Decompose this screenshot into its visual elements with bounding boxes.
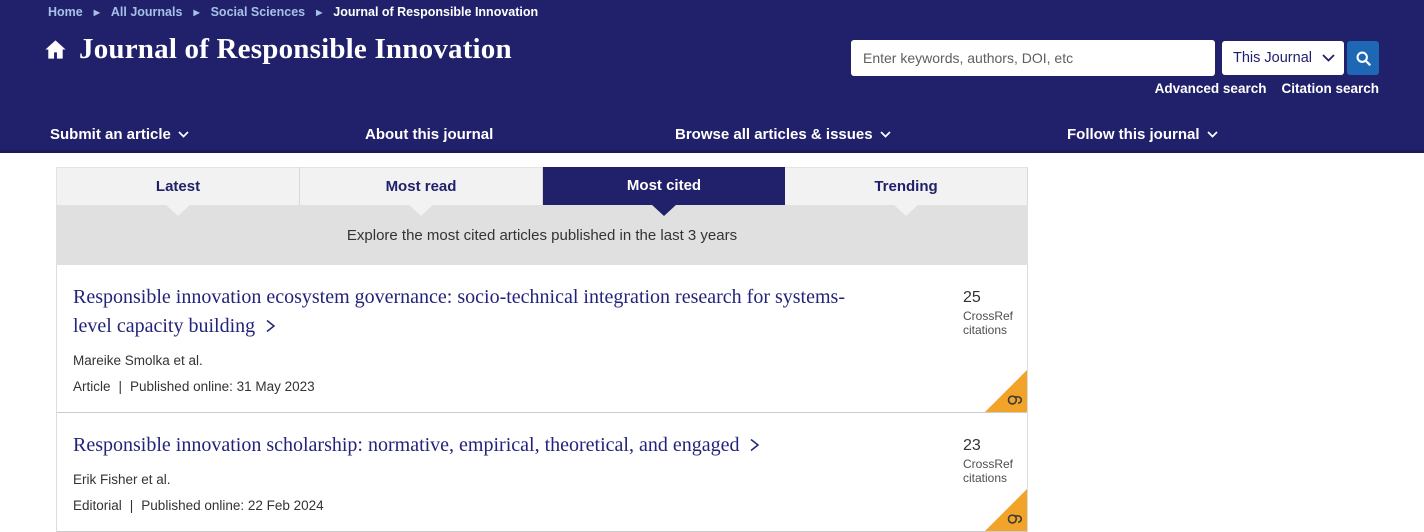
nav-item-label: Follow this journal bbox=[1067, 126, 1200, 143]
citation-search-link[interactable]: Citation search bbox=[1281, 81, 1379, 96]
page-title: Journal of Responsible Innovation bbox=[79, 33, 512, 66]
tab-trending[interactable]: Trending bbox=[785, 167, 1028, 205]
tab-notch bbox=[165, 204, 191, 216]
journal-home-link[interactable]: Journal of Responsible Innovation bbox=[44, 33, 512, 66]
most-cited-module: Latest Most read Most cited Trending Exp… bbox=[56, 167, 1028, 532]
triangle-separator-icon: ▶ bbox=[193, 8, 199, 17]
article-row: Responsible innovation ecosystem governa… bbox=[57, 265, 1027, 413]
chevron-right-icon bbox=[264, 315, 277, 337]
article-meta: Article | Published online: 31 May 2023 bbox=[73, 379, 877, 394]
site-header: Home ▶ All Journals ▶ Social Sciences ▶ … bbox=[0, 0, 1424, 153]
banner-text: Explore the most cited articles publishe… bbox=[347, 227, 737, 244]
chevron-right-icon bbox=[748, 434, 761, 456]
breadcrumb-all-journals-link[interactable]: All Journals bbox=[111, 5, 183, 19]
article-type: Editorial bbox=[73, 498, 122, 513]
chevron-down-icon bbox=[178, 131, 189, 138]
breadcrumb-social-sciences-link[interactable]: Social Sciences bbox=[211, 5, 306, 19]
article-published-date: Published online: 31 May 2023 bbox=[130, 379, 315, 394]
tab-description-banner: Explore the most cited articles publishe… bbox=[56, 205, 1028, 265]
search-button[interactable] bbox=[1347, 41, 1379, 75]
article-meta: Editorial | Published online: 22 Feb 202… bbox=[73, 498, 877, 513]
tab-notch bbox=[651, 204, 677, 216]
article-published-date: Published online: 22 Feb 2024 bbox=[141, 498, 323, 513]
search-scope-value: This Journal bbox=[1233, 50, 1312, 66]
search-icon bbox=[1355, 50, 1372, 67]
triangle-separator-icon: ▶ bbox=[94, 8, 100, 17]
citation-count: 25 bbox=[963, 289, 1033, 307]
article-title-text: Responsible innovation scholarship: norm… bbox=[73, 434, 739, 456]
nav-item-label: About this journal bbox=[365, 126, 493, 143]
chevron-down-icon bbox=[1207, 131, 1218, 138]
tab-most-read[interactable]: Most read bbox=[300, 167, 543, 205]
breadcrumb-current-page: Journal of Responsible Innovation bbox=[333, 5, 538, 19]
citation-count: 23 bbox=[963, 437, 1033, 455]
article-type: Article bbox=[73, 379, 111, 394]
tab-notch bbox=[408, 204, 434, 216]
article-tabs: Latest Most read Most cited Trending bbox=[56, 167, 1028, 205]
tab-label: Latest bbox=[156, 178, 200, 195]
open-access-badge bbox=[985, 370, 1027, 412]
search-scope-select[interactable]: This Journal bbox=[1222, 41, 1344, 75]
citation-unit-line2: citations bbox=[963, 472, 1033, 486]
tab-label: Most read bbox=[386, 178, 457, 195]
nav-item-label: Submit an article bbox=[50, 126, 171, 143]
article-authors: Mareike Smolka et al. bbox=[73, 353, 877, 368]
tab-label: Most cited bbox=[627, 177, 701, 194]
nav-item-label: Browse all articles & issues bbox=[675, 126, 873, 143]
article-row: Responsible innovation scholarship: norm… bbox=[57, 413, 1027, 532]
citation-unit-line1: CrossRef bbox=[963, 310, 1033, 324]
chevron-down-icon bbox=[880, 131, 891, 138]
nav-item-browse-all-articles[interactable]: Browse all articles & issues bbox=[675, 126, 891, 143]
crossref-citations: 25 CrossRef citations bbox=[963, 289, 1033, 338]
citation-unit-line1: CrossRef bbox=[963, 458, 1033, 472]
article-authors: Erik Fisher et al. bbox=[73, 472, 877, 487]
meta-separator: | bbox=[130, 498, 134, 513]
crossref-citations: 23 CrossRef citations bbox=[963, 437, 1033, 486]
breadcrumb: Home ▶ All Journals ▶ Social Sciences ▶ … bbox=[48, 5, 538, 19]
open-access-lock-icon bbox=[1006, 510, 1024, 528]
open-access-lock-icon bbox=[1006, 391, 1024, 409]
tab-latest[interactable]: Latest bbox=[56, 167, 300, 205]
article-title-link[interactable]: Responsible innovation ecosystem governa… bbox=[73, 283, 877, 341]
tab-most-cited[interactable]: Most cited bbox=[543, 167, 785, 205]
nav-item-about-this-journal[interactable]: About this journal bbox=[365, 126, 493, 143]
chevron-down-icon bbox=[1322, 54, 1335, 62]
article-title-link[interactable]: Responsible innovation scholarship: norm… bbox=[73, 431, 877, 460]
triangle-separator-icon: ▶ bbox=[316, 8, 322, 17]
tab-notch bbox=[893, 204, 919, 216]
home-icon bbox=[44, 38, 67, 61]
open-access-badge bbox=[985, 489, 1027, 531]
breadcrumb-home-link[interactable]: Home bbox=[48, 5, 83, 19]
search-links: Advanced search Citation search bbox=[1155, 81, 1379, 96]
meta-separator: | bbox=[119, 379, 123, 394]
citation-unit-line2: citations bbox=[963, 324, 1033, 338]
article-list: Responsible innovation ecosystem governa… bbox=[56, 265, 1028, 532]
article-title-text: Responsible innovation ecosystem governa… bbox=[73, 286, 845, 337]
advanced-search-link[interactable]: Advanced search bbox=[1155, 81, 1267, 96]
search-input[interactable] bbox=[851, 40, 1215, 76]
tab-label: Trending bbox=[874, 178, 937, 195]
nav-item-follow-this-journal[interactable]: Follow this journal bbox=[1067, 126, 1218, 143]
nav-item-submit-an-article[interactable]: Submit an article bbox=[50, 126, 189, 143]
